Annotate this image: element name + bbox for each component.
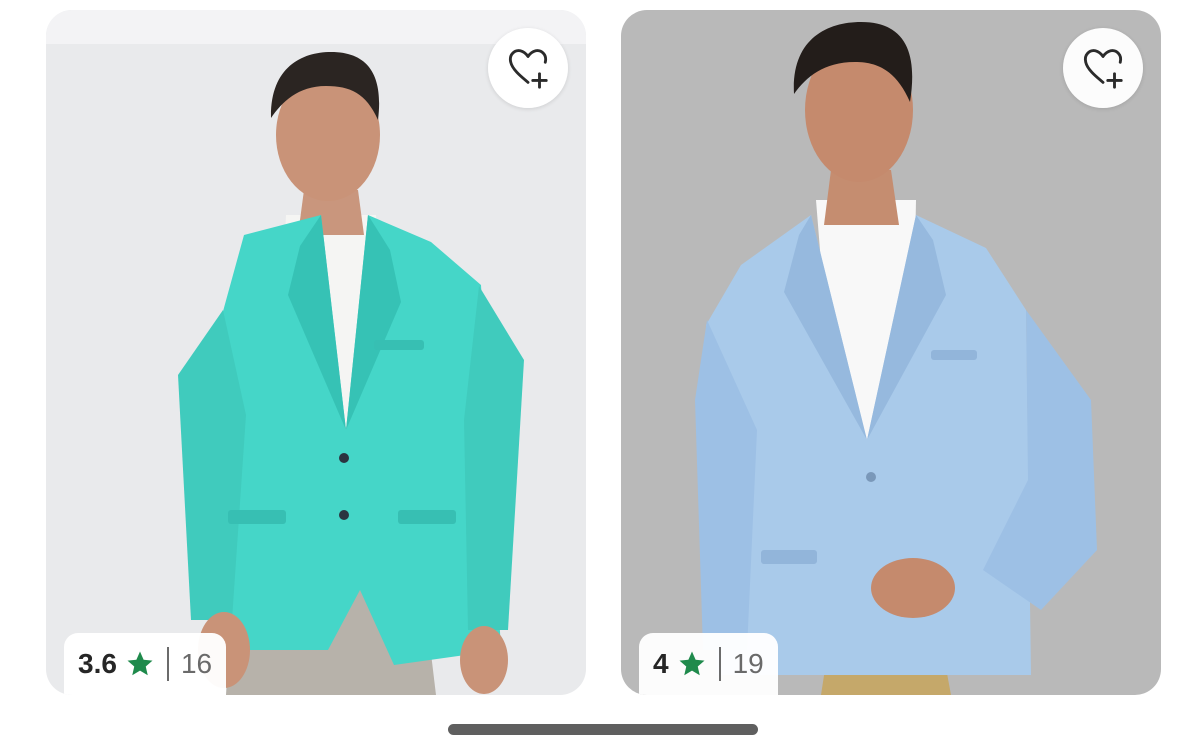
- rating-divider: [166, 647, 169, 681]
- home-indicator[interactable]: [448, 724, 758, 735]
- rating-badge: 3.6 16: [64, 633, 227, 695]
- rating-badge: 4 19: [639, 633, 778, 695]
- heart-plus-icon: [1083, 49, 1123, 89]
- rating-divider: [718, 647, 721, 681]
- product-card[interactable]: 3.6 16: [46, 10, 586, 695]
- product-grid-screen: 3.6 16 4 19: [0, 0, 1200, 740]
- rating-score: 3.6: [78, 648, 117, 679]
- review-count: 19: [732, 648, 764, 679]
- star-icon: [677, 649, 707, 679]
- product-card[interactable]: 4 19: [621, 10, 1161, 695]
- wishlist-button[interactable]: [1063, 28, 1143, 108]
- heart-plus-icon: [508, 49, 548, 89]
- product-image[interactable]: [46, 10, 586, 695]
- star-icon: [125, 649, 155, 679]
- rating-score: 4: [653, 648, 669, 679]
- review-count: 16: [180, 648, 213, 679]
- product-image[interactable]: [621, 10, 1161, 695]
- wishlist-button[interactable]: [488, 28, 568, 108]
